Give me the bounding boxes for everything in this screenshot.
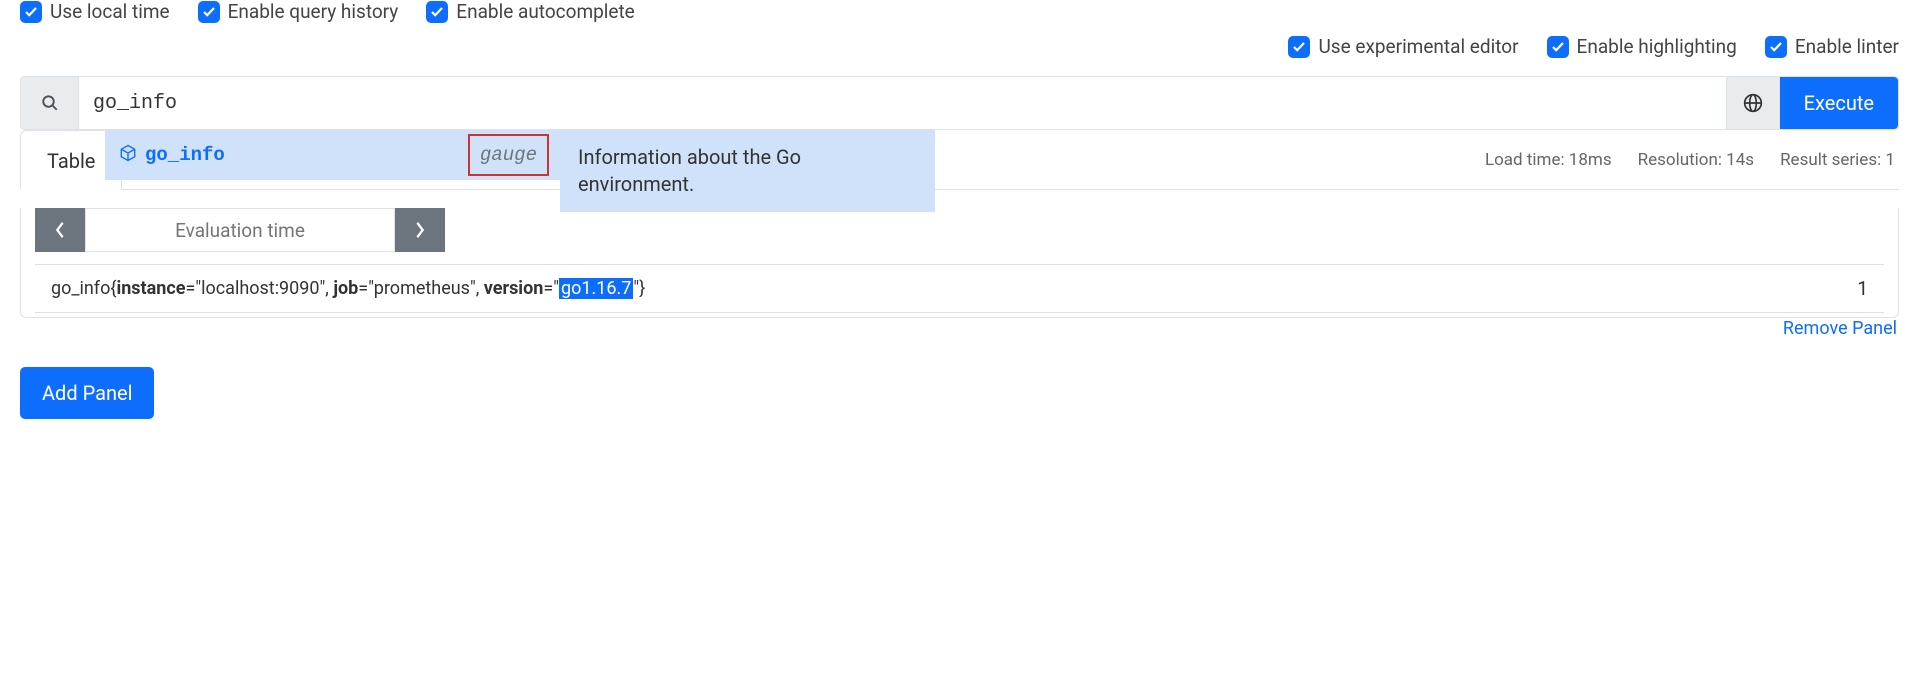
- check-icon: [198, 1, 220, 23]
- stat-load-time: Load time: 18ms: [1485, 150, 1612, 170]
- label-key: version: [484, 278, 544, 299]
- check-icon: [20, 1, 42, 23]
- label-value-highlight: go1.16.7: [559, 278, 633, 299]
- evaluation-time-row: [35, 208, 1898, 252]
- label-value: "localhost:9090": [195, 278, 325, 299]
- query-input[interactable]: [79, 77, 1726, 129]
- evaluation-time-input[interactable]: [85, 208, 395, 252]
- label-key: instance: [116, 278, 185, 299]
- checkbox-label: Use local time: [50, 0, 170, 23]
- query-stats: Load time: 18ms Resolution: 14s Result s…: [1485, 150, 1895, 170]
- result-metric: go_info{instance="localhost:9090", job="…: [51, 278, 645, 299]
- result-value: 1: [1857, 277, 1868, 300]
- chevron-left-icon[interactable]: [35, 208, 85, 252]
- right-options-row: Use experimental editor Enable highlight…: [20, 35, 1899, 76]
- autocomplete-description: Information about the Go environment.: [560, 130, 935, 212]
- check-icon: [1288, 36, 1310, 58]
- checkbox-label: Enable autocomplete: [456, 0, 634, 23]
- result-row: go_info{instance="localhost:9090", job="…: [35, 264, 1884, 313]
- autocomplete-type: gauge: [468, 134, 549, 176]
- metric-name: go_info: [51, 278, 110, 299]
- search-icon[interactable]: [21, 77, 79, 129]
- query-input-area: Execute: [20, 76, 1899, 130]
- checkbox-label: Use experimental editor: [1318, 35, 1518, 58]
- autocomplete-name: go_info: [145, 144, 225, 166]
- label-key: job: [333, 278, 358, 299]
- check-icon: [426, 1, 448, 23]
- enable-query-history-checkbox[interactable]: Enable query history: [198, 0, 399, 23]
- remove-panel-link[interactable]: Remove Panel: [1781, 302, 1899, 343]
- stat-resolution: Resolution: 14s: [1638, 150, 1754, 170]
- globe-icon[interactable]: [1726, 77, 1780, 129]
- label-value-suffix: ": [633, 278, 639, 299]
- execute-button[interactable]: Execute: [1780, 77, 1898, 129]
- use-experimental-editor-checkbox[interactable]: Use experimental editor: [1288, 35, 1518, 58]
- stat-result-series: Result series: 1: [1780, 150, 1895, 170]
- add-panel-button[interactable]: Add Panel: [20, 367, 154, 419]
- cube-icon: [119, 144, 137, 167]
- enable-highlighting-checkbox[interactable]: Enable highlighting: [1547, 35, 1737, 58]
- autocomplete-item[interactable]: go_info gauge: [105, 130, 560, 180]
- check-icon: [1547, 36, 1569, 58]
- label-value: "prometheus": [368, 278, 476, 299]
- checkbox-label: Enable linter: [1795, 35, 1899, 58]
- checkbox-label: Enable query history: [228, 0, 399, 23]
- autocomplete-popup: go_info gauge Information about the Go e…: [105, 130, 935, 212]
- enable-linter-checkbox[interactable]: Enable linter: [1765, 35, 1899, 58]
- top-options-row: Use local time Enable query history Enab…: [20, 0, 1899, 35]
- enable-autocomplete-checkbox[interactable]: Enable autocomplete: [426, 0, 634, 23]
- checkbox-label: Enable highlighting: [1577, 35, 1737, 58]
- use-local-time-checkbox[interactable]: Use local time: [20, 0, 170, 23]
- chevron-right-icon[interactable]: [395, 208, 445, 252]
- check-icon: [1765, 36, 1787, 58]
